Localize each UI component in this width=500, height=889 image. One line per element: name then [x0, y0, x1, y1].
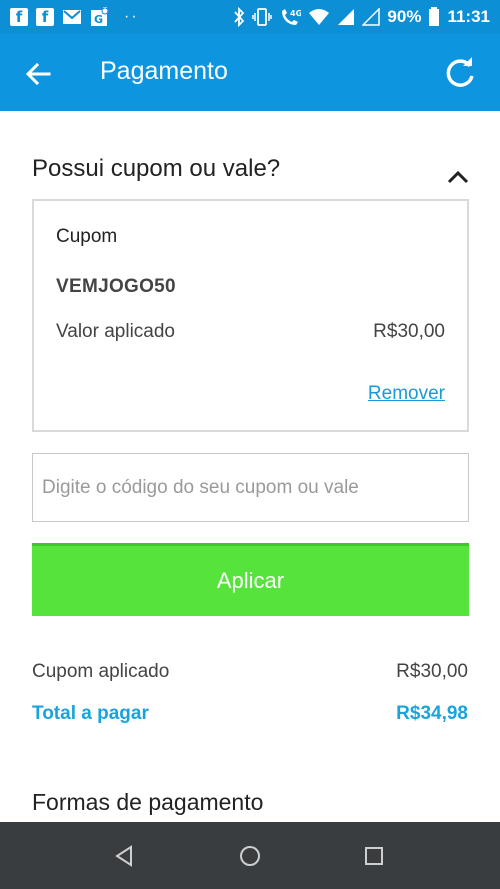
- nav-back-button[interactable]: [110, 842, 138, 870]
- apply-button[interactable]: Aplicar: [32, 543, 469, 616]
- network-type-label: 4G: [290, 9, 301, 18]
- recents-square-icon: [365, 847, 383, 865]
- back-button[interactable]: [22, 58, 54, 90]
- coupon-applied-value: R$30,00: [396, 661, 468, 682]
- refresh-button[interactable]: [440, 55, 480, 91]
- collapse-button[interactable]: [444, 166, 472, 188]
- clock: 11:31: [447, 7, 490, 26]
- signal-icon: [337, 8, 355, 26]
- wifi-icon: [308, 8, 330, 26]
- total-label: Total a pagar: [32, 703, 149, 724]
- battery-level: 90%: [387, 7, 422, 26]
- mail-icon: [62, 7, 82, 27]
- navigation-bar: [0, 822, 500, 889]
- applied-value-label: Valor aplicado: [56, 321, 176, 342]
- signal-empty-icon: [362, 8, 381, 26]
- applied-value: R$30,00: [373, 321, 445, 342]
- remove-coupon-link[interactable]: Remover: [368, 383, 445, 405]
- notification-icons: f f G ··: [10, 7, 139, 27]
- call-4g-icon: 4G: [279, 7, 301, 27]
- facebook-icon: f: [10, 8, 28, 26]
- applied-coupon-card: Cupom VEMJOGO50 Valor aplicado R$30,00 R…: [32, 199, 469, 432]
- nav-home-button[interactable]: [236, 842, 264, 870]
- coupon-code-input[interactable]: [32, 453, 469, 522]
- bluetooth-icon: [233, 7, 245, 27]
- coupon-code: VEMJOGO50: [56, 276, 176, 297]
- total-value: R$34,98: [396, 703, 468, 724]
- nav-recents-button[interactable]: [360, 842, 388, 870]
- google-maps-icon: G: [90, 7, 110, 27]
- arrow-back-icon: [25, 62, 51, 86]
- app-bar: Pagamento: [0, 34, 500, 111]
- payment-methods-title: Formas de pagamento: [32, 789, 264, 815]
- svg-text:G: G: [94, 13, 103, 26]
- more-dots-icon: ··: [124, 8, 139, 25]
- vibrate-icon: [252, 7, 273, 27]
- coupon-label: Cupom: [56, 226, 118, 247]
- facebook-icon: f: [36, 8, 54, 26]
- coupon-applied-label: Cupom aplicado: [32, 661, 170, 682]
- refresh-icon: [446, 57, 474, 87]
- chevron-up-icon: [447, 170, 469, 184]
- home-circle-icon: [240, 846, 260, 866]
- coupon-section-title: Possui cupom ou vale?: [32, 155, 281, 182]
- back-triangle-icon: [115, 845, 132, 867]
- system-icons: 4G 90% 11:31: [233, 7, 490, 27]
- battery-icon: [428, 7, 440, 27]
- page-title: Pagamento: [100, 57, 228, 85]
- status-bar: f f G ·· 4G 90% 11:31: [0, 0, 500, 34]
